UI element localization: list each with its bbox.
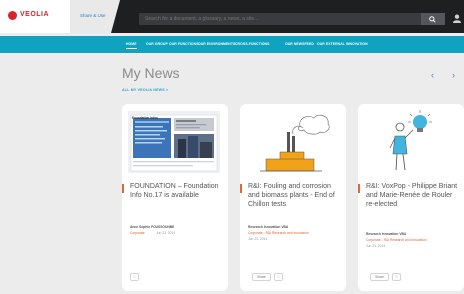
- main-nav: HOME OUR GROUP OUR FUNCTIONS OUR ENVIRON…: [0, 36, 464, 53]
- card-date: Jun 23, 2014: [366, 244, 386, 248]
- thumbnail-heading: Foundation Infos: [132, 116, 158, 120]
- nav-our-environments[interactable]: OUR ENVIRONMENTS: [198, 42, 235, 46]
- news-card[interactable]: R&I: Fouling and corrosion and biomass p…: [240, 104, 346, 291]
- card-thumbnail: [389, 110, 432, 171]
- nav-our-group[interactable]: OUR GROUP: [146, 42, 168, 46]
- nav-our-newsfeed[interactable]: OUR NEWSFEED: [285, 42, 314, 46]
- logo-text: VEOLIA: [20, 11, 50, 18]
- page-title: My News: [122, 65, 180, 81]
- like-button[interactable]: ♡: [130, 273, 139, 281]
- like-button[interactable]: ♡: [274, 273, 283, 281]
- card-author: Research Innovation VBA: [248, 225, 289, 229]
- card-thumbnail: [260, 114, 330, 172]
- search-button[interactable]: [421, 13, 445, 25]
- site-tab-label[interactable]: Share & Use: [80, 13, 106, 18]
- search-icon: [429, 15, 436, 23]
- all-news-link[interactable]: ALL MY VEOLIA NEWS >: [122, 88, 168, 92]
- nav-home[interactable]: HOME: [126, 42, 137, 49]
- top-bar: VEOLIA Share & Use: [0, 0, 464, 33]
- like-button[interactable]: ♡: [392, 273, 401, 281]
- card-tag[interactable]: Corporate - R&I Research and Innovation: [366, 238, 427, 242]
- card-date: Jun 23, 2014: [248, 237, 268, 241]
- card-thumbnail: [128, 111, 220, 173]
- logo-mark: [8, 11, 17, 20]
- card-tag[interactable]: Corporate - R&I Research and Innovation: [248, 231, 309, 235]
- card-accent-bar: [358, 184, 360, 193]
- nav-external-innovation[interactable]: OUR EXTERNAL INNOVATION: [317, 42, 368, 46]
- news-card[interactable]: R&I: VoxPop - Philippe Briant and Marie-…: [358, 104, 464, 291]
- user-icon[interactable]: [452, 14, 462, 23]
- card-title[interactable]: R&I: VoxPop - Philippe Briant and Marie-…: [366, 182, 460, 209]
- card-accent-bar: [122, 184, 124, 193]
- card-title[interactable]: R&I: Fouling and corrosion and biomass p…: [248, 182, 342, 209]
- card-title[interactable]: FOUNDATION – Foundation Info No.17 is av…: [130, 182, 224, 200]
- prev-arrow-icon[interactable]: ‹: [431, 70, 434, 80]
- card-date: Jun 23, 2014: [156, 231, 176, 235]
- card-tag[interactable]: Corporate: [130, 231, 145, 235]
- search-bar: [139, 13, 445, 25]
- next-arrow-icon[interactable]: ›: [452, 70, 455, 80]
- news-card[interactable]: Foundation Infos FOUNDATION – Foundation…: [122, 104, 228, 291]
- card-author: Research Innovation VBA: [366, 232, 407, 236]
- share-button[interactable]: Share: [370, 273, 389, 281]
- nav-our-functions[interactable]: OUR FUNCTIONS: [169, 42, 199, 46]
- card-accent-bar: [240, 184, 242, 193]
- share-button[interactable]: Share: [252, 273, 271, 281]
- card-author: Anne Sophie FOUSSOUNBE: [130, 225, 175, 229]
- nav-cross-functions[interactable]: CROSS-FUNCTIONS: [235, 42, 269, 46]
- logo[interactable]: VEOLIA: [0, 0, 70, 33]
- search-input[interactable]: [145, 15, 415, 23]
